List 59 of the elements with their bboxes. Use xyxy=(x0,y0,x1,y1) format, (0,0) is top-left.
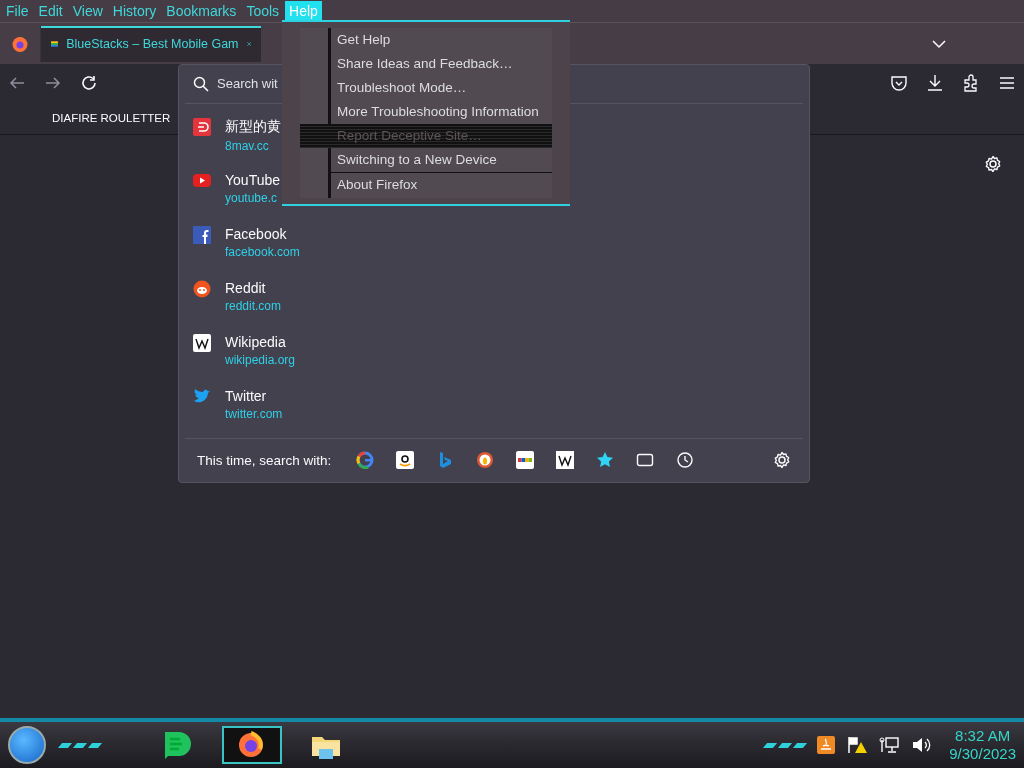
start-button[interactable] xyxy=(8,726,46,764)
menu-item[interactable]: Troubleshoot Mode… xyxy=(331,76,552,100)
menu-item[interactable]: File xyxy=(2,1,33,21)
puzzle-icon[interactable] xyxy=(962,74,980,92)
settings-icon[interactable] xyxy=(773,451,791,470)
lights-drawing xyxy=(765,742,806,748)
browser-tab[interactable]: BlueStacks – Best Mobile Gam xyxy=(40,25,261,62)
menu-item[interactable]: History xyxy=(108,1,161,21)
duck-icon[interactable] xyxy=(476,451,495,470)
clock-date: 9/30/2023 xyxy=(949,745,1016,763)
star-icon[interactable] xyxy=(596,451,615,470)
site-url: 8mav.cc xyxy=(225,138,270,153)
taskbar-app[interactable] xyxy=(222,726,282,764)
site-name[interactable]: 新型的黄 xyxy=(225,117,281,136)
wikipedia-icon xyxy=(193,333,211,352)
site-name[interactable]: Twitter xyxy=(225,387,283,404)
settings-icon[interactable] xyxy=(984,155,1002,173)
site-url: wikipedia.org xyxy=(225,352,296,367)
clock-icon[interactable] xyxy=(676,451,695,470)
download-icon[interactable] xyxy=(926,74,944,92)
pocket-icon[interactable] xyxy=(890,74,908,92)
wikipedia-icon[interactable] xyxy=(556,451,575,470)
google-icon[interactable] xyxy=(356,451,375,470)
bookmark[interactable]: DIAFIRE ROULETTER xyxy=(52,112,171,124)
site-name[interactable]: Wikipedia xyxy=(225,333,296,350)
site-icon xyxy=(193,117,211,136)
site-name[interactable]: Facebook xyxy=(225,225,300,242)
menu-item[interactable]: Get Help xyxy=(331,28,552,52)
flag-warning-icon[interactable] xyxy=(847,736,868,754)
firefox-icon[interactable] xyxy=(11,34,29,53)
ebay-icon[interactable] xyxy=(516,451,535,470)
clock-time: 8:32 AM xyxy=(955,727,1011,745)
site-url: twitter.com xyxy=(225,406,283,421)
site-url: youtube.c xyxy=(225,190,279,205)
menu-item[interactable]: Bookmarks xyxy=(162,1,241,21)
site-url: facebook.com xyxy=(225,244,300,259)
network-icon[interactable] xyxy=(879,736,900,754)
site-name[interactable]: Reddit xyxy=(225,279,282,296)
menu-icon[interactable] xyxy=(998,74,1016,92)
chevron-down-icon[interactable] xyxy=(932,38,946,49)
facebook-icon xyxy=(193,225,211,244)
menu-item[interactable]: More Troubleshooting Information xyxy=(331,100,552,124)
search-with-label: This time, search with: xyxy=(197,452,332,468)
volume-icon[interactable] xyxy=(911,736,932,754)
search-field[interactable]: Search wit xyxy=(217,76,283,92)
search-icon xyxy=(193,75,209,92)
menu-item[interactable]: About Firefox xyxy=(331,172,552,197)
site-url: reddit.com xyxy=(225,298,282,313)
menu-item[interactable]: Edit xyxy=(34,1,67,21)
play-icon xyxy=(193,171,211,190)
menu-item[interactable]: Switching to a New Device xyxy=(331,148,552,172)
reload-icon[interactable] xyxy=(80,74,98,92)
menu-item[interactable]: Tools xyxy=(242,1,284,21)
lights-drawing xyxy=(60,742,100,748)
site-name[interactable]: YouTube xyxy=(225,171,280,188)
menu-item[interactable]: Share Ideas and Feedback… xyxy=(331,52,552,76)
menu-item[interactable]: View xyxy=(68,1,107,21)
amazon-icon[interactable] xyxy=(396,451,415,470)
chat-icon xyxy=(162,729,194,761)
